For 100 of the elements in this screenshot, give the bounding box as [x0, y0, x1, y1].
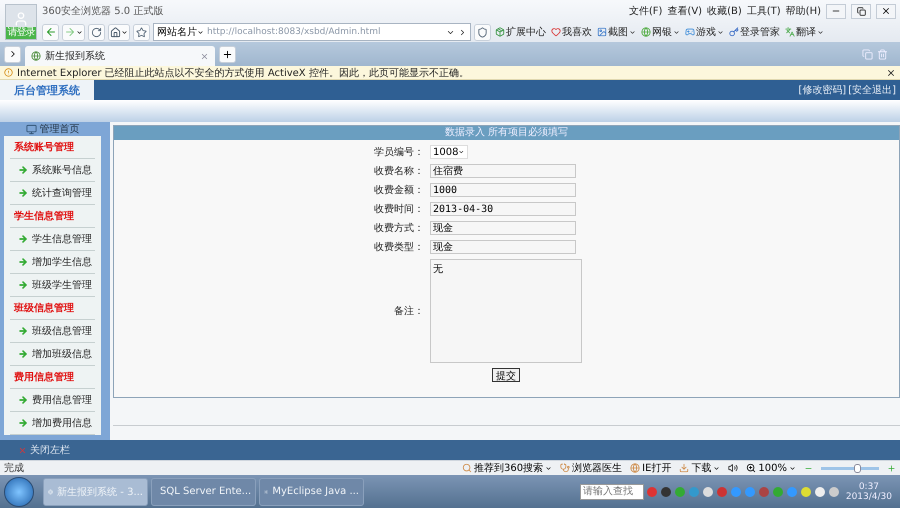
- toolbar-button[interactable]: 扩展中心: [494, 25, 547, 39]
- favorite-button[interactable]: [133, 24, 150, 40]
- close-sidebar-link[interactable]: 关闭左栏: [30, 443, 70, 457]
- home-link[interactable]: 管理首页: [4, 122, 101, 136]
- globe-icon: [630, 463, 640, 473]
- arrow-icon: [18, 395, 28, 405]
- sidebar-group-title: 费用信息管理: [10, 366, 95, 389]
- home-button[interactable]: [108, 24, 130, 40]
- volume-icon: [728, 463, 738, 473]
- refresh-button[interactable]: [88, 24, 105, 40]
- ime-search-field[interactable]: 请输入查找: [580, 484, 644, 500]
- zoom-in-icon: [887, 464, 896, 472]
- shield-icon: [477, 26, 488, 38]
- sidebar-group-title: 班级信息管理: [10, 297, 95, 320]
- address-bar[interactable]: 网站名片 http://localhost:8083/xsbd/Admin.html: [153, 23, 471, 41]
- toolbar-button[interactable]: 翻译: [784, 25, 825, 39]
- student-id-select[interactable]: 1008: [430, 145, 468, 159]
- star-icon: [136, 26, 147, 38]
- arrow-icon: [18, 188, 28, 198]
- clock-time: 0:37: [858, 482, 880, 492]
- sidebar-item[interactable]: 系统账号信息: [10, 159, 95, 182]
- menu-item[interactable]: 收藏(B): [707, 4, 742, 18]
- close-icon: [200, 52, 209, 60]
- arrow-icon: [18, 257, 28, 267]
- input-field[interactable]: 2013-04-30: [430, 202, 576, 216]
- status-button[interactable]: 浏览器医生: [560, 461, 622, 475]
- status-button[interactable]: 推荐到360搜索: [462, 461, 552, 475]
- field-label: 收费方式：: [373, 222, 424, 235]
- caret-icon: [121, 28, 128, 36]
- page-title: 后台管理系统: [0, 80, 94, 100]
- menu-item[interactable]: 查看(V): [667, 4, 702, 18]
- arrow-icon: [18, 326, 28, 336]
- header-link[interactable]: [修改密码]: [798, 83, 846, 97]
- sidebar-item[interactable]: 增加班级信息: [10, 343, 95, 366]
- toolbar-button[interactable]: 登录管家: [728, 25, 781, 39]
- sidebar-item[interactable]: 统计查询管理: [10, 182, 95, 205]
- field-label: 备注：: [393, 304, 424, 318]
- new-tab-button[interactable]: [219, 46, 236, 62]
- input-field[interactable]: 现金: [430, 240, 576, 254]
- restore-tab-icon: [862, 48, 873, 60]
- remarks-field[interactable]: 无: [430, 259, 582, 363]
- toolbar-button[interactable]: 网银: [640, 25, 681, 39]
- field-label: 收费金额：: [373, 184, 424, 197]
- close-icon: [886, 68, 896, 78]
- sidebar-toggle-button[interactable]: [4, 46, 21, 62]
- back-button[interactable]: [42, 24, 59, 40]
- plus-icon: [222, 48, 233, 60]
- arrow-icon: [18, 349, 28, 359]
- site-card-button[interactable]: 网站名片: [157, 25, 204, 39]
- zoom-button[interactable]: 100%: [746, 462, 796, 474]
- close-icon: [18, 446, 27, 454]
- stethoscope-icon: [560, 463, 570, 473]
- sidebar-item[interactable]: 增加学生信息: [10, 251, 95, 274]
- sidebar-item[interactable]: 班级学生管理: [10, 274, 95, 297]
- toolbar-button[interactable]: 游戏: [684, 25, 725, 39]
- header-link[interactable]: [安全退出]: [848, 83, 896, 97]
- restore-button[interactable]: [851, 4, 871, 18]
- sidebar-group-title: 学生信息管理: [10, 205, 95, 228]
- input-field[interactable]: 现金: [430, 221, 576, 235]
- go-icon: [458, 28, 467, 36]
- close-button[interactable]: [876, 4, 896, 18]
- browser-tab[interactable]: 新生报到系统: [25, 46, 215, 66]
- field-label: 收费时间：: [373, 202, 424, 216]
- arrow-icon: [18, 418, 28, 428]
- search-icon: [462, 463, 472, 473]
- caret-icon: [458, 148, 465, 156]
- download-icon: [679, 463, 690, 473]
- caret-icon: [789, 464, 796, 472]
- restore-icon: [856, 6, 866, 16]
- sidebar-item[interactable]: 学生信息管理: [10, 228, 95, 251]
- trash-icon: [877, 48, 888, 60]
- zoom-icon: [746, 463, 756, 473]
- menu-item[interactable]: 工具(T): [746, 4, 781, 18]
- window-title: 360安全浏览器 5.0 正式版: [42, 4, 164, 18]
- input-field[interactable]: 1000: [430, 183, 576, 197]
- refresh-icon: [91, 26, 102, 38]
- status-button[interactable]: IE打开: [630, 461, 672, 475]
- caret-icon: [197, 28, 204, 36]
- user-icon: [13, 11, 29, 27]
- home-icon: [110, 26, 121, 38]
- input-field[interactable]: 住宿费: [430, 164, 576, 178]
- sidebar-item[interactable]: 班级信息管理: [10, 320, 95, 343]
- caret-icon: [76, 28, 83, 36]
- submit-button[interactable]: 提交: [492, 368, 520, 382]
- slider-thumb[interactable]: [854, 464, 861, 472]
- toolbar-button[interactable]: 截图: [596, 25, 637, 39]
- field-label: 学员编号：: [373, 146, 424, 159]
- sidebar-item[interactable]: 增加费用信息: [10, 412, 95, 435]
- status-button[interactable]: 下载: [679, 461, 720, 475]
- clock-date: 2013/4/30: [846, 492, 892, 502]
- menu-item[interactable]: 文件(F): [628, 4, 662, 18]
- back-icon: [44, 26, 56, 38]
- start-button[interactable]: [4, 476, 34, 506]
- close-icon: [881, 6, 891, 16]
- sidebar-item[interactable]: 费用信息管理: [10, 389, 95, 412]
- menu-item[interactable]: 帮助(H): [786, 4, 821, 18]
- toolbar-button[interactable]: 我喜欢: [550, 25, 593, 39]
- arrow-icon: [18, 234, 28, 244]
- shield-button[interactable]: [474, 24, 491, 40]
- page-icon: [31, 51, 41, 61]
